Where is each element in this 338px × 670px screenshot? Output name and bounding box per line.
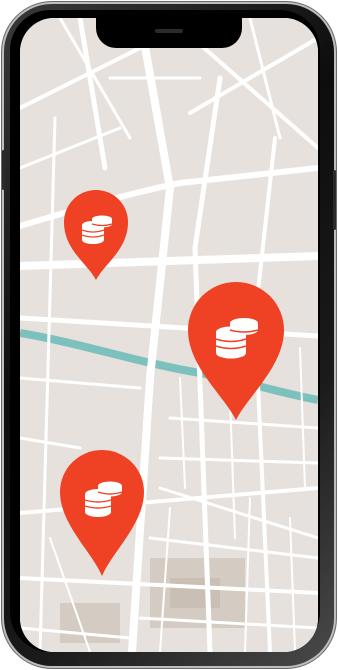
phone-notch (96, 18, 242, 48)
volume-button (2, 150, 5, 190)
city-map[interactable] (20, 18, 318, 652)
speaker-grille (155, 29, 183, 33)
phone-mockup (0, 0, 338, 670)
map-screen[interactable] (20, 18, 318, 652)
power-button (333, 170, 336, 230)
